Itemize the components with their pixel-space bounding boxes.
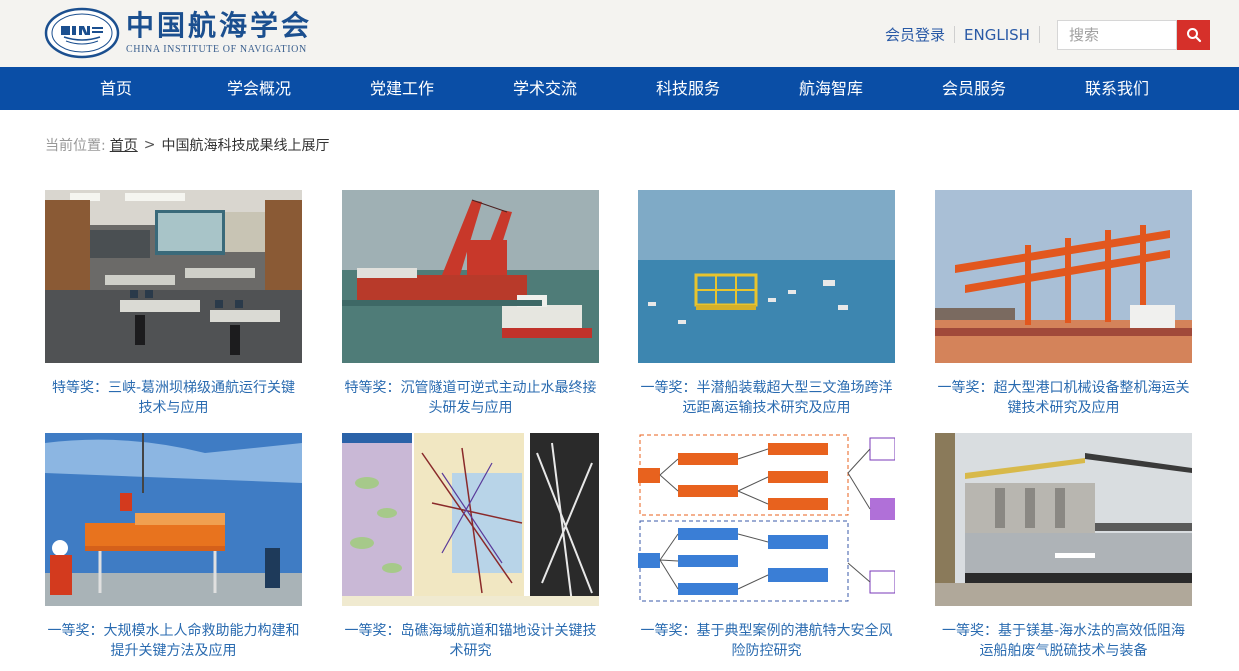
achievement-caption: 特等奖：三峡-葛洲坝梯级通航运行关键技术与应用 xyxy=(51,380,296,416)
achievement-caption: 一等奖：岛礁海域航道和锚地设计关键技术研究 xyxy=(344,623,597,659)
breadcrumb: 当前位置: 首页 > 中国航海科技成果线上展厅 xyxy=(45,135,329,155)
achievement-card[interactable]: 一等奖：基于镁基-海水法的高效低阻海运船舶废气脱硫技术与装备 xyxy=(935,433,1192,661)
breadcrumb-separator: > xyxy=(143,137,156,153)
nav-item-contact[interactable]: 联系我们 xyxy=(1085,67,1149,110)
search-input[interactable] xyxy=(1057,20,1177,50)
cin-emblem-icon xyxy=(44,7,120,59)
org-name-cn: 中国航海学会 xyxy=(126,9,313,42)
liferaft-rescue-photo xyxy=(45,433,302,606)
top-links: 会员登录 ENGLISH xyxy=(885,24,1049,45)
flowchart-diagram-image xyxy=(638,433,895,606)
nav-item-about[interactable]: 学会概况 xyxy=(227,67,291,110)
nav-item-member-service[interactable]: 会员服务 xyxy=(942,67,1006,110)
container-ship-photo xyxy=(935,433,1192,606)
site-logo[interactable]: 中国航海学会 CHINA INSTITUTE OF NAVIGATION xyxy=(44,6,312,60)
achievement-card[interactable]: 一等奖：大规模水上人命救助能力构建和提升关键方法及应用 xyxy=(45,433,302,661)
achievement-card[interactable]: 特等奖：沉管隧道可逆式主动止水最终接头研发与应用 xyxy=(342,190,599,418)
achievement-caption: 一等奖：基于镁基-海水法的高效低阻海运船舶废气脱硫技术与装备 xyxy=(941,623,1186,659)
nav-item-academic[interactable]: 学术交流 xyxy=(513,67,577,110)
port-cranes-photo xyxy=(935,190,1192,363)
nav-item-party[interactable]: 党建工作 xyxy=(370,67,434,110)
nav-item-home[interactable]: 首页 xyxy=(100,67,132,110)
divider xyxy=(1038,26,1040,43)
achievement-card[interactable]: 一等奖：基于典型案例的港航特大安全风险防控研究 xyxy=(638,433,895,661)
achievement-card[interactable]: 一等奖：半潜船装载超大型三文渔场跨洋远距离运输技术研究及应用 xyxy=(638,190,895,418)
search-button[interactable] xyxy=(1177,20,1210,50)
achievement-card[interactable]: 特等奖：三峡-葛洲坝梯级通航运行关键技术与应用 xyxy=(45,190,302,418)
nav-item-think-tank[interactable]: 航海智库 xyxy=(799,67,863,110)
org-name-en: CHINA INSTITUTE OF NAVIGATION xyxy=(126,44,307,55)
main-nav: 首页 学会概况 党建工作 学术交流 科技服务 航海智库 会员服务 联系我们 xyxy=(0,67,1239,110)
achievement-caption: 一等奖：半潜船装载超大型三文渔场跨洋远距离运输技术研究及应用 xyxy=(640,380,893,416)
breadcrumb-current: 中国航海科技成果线上展厅 xyxy=(161,138,330,154)
search-icon xyxy=(1186,28,1201,43)
achievement-card[interactable]: 一等奖：岛礁海域航道和锚地设计关键技术研究 xyxy=(342,433,599,661)
offshore-fish-farm-photo xyxy=(638,190,895,363)
divider xyxy=(954,26,956,43)
english-link[interactable]: ENGLISH xyxy=(964,26,1030,44)
member-login-link[interactable]: 会员登录 xyxy=(885,24,945,45)
channel-chart-image xyxy=(342,433,599,606)
achievement-card[interactable]: 一等奖：超大型港口机械设备整机海运关键技术研究及应用 xyxy=(935,190,1192,418)
site-header: 中国航海学会 CHINA INSTITUTE OF NAVIGATION 会员登… xyxy=(0,0,1239,67)
control-room-photo xyxy=(45,190,302,363)
breadcrumb-home-link[interactable]: 首页 xyxy=(110,135,138,155)
achievement-caption: 一等奖：超大型港口机械设备整机海运关键技术研究及应用 xyxy=(937,380,1190,416)
achievement-caption: 一等奖：大规模水上人命救助能力构建和提升关键方法及应用 xyxy=(47,623,300,659)
achievement-caption: 特等奖：沉管隧道可逆式主动止水最终接头研发与应用 xyxy=(344,380,597,416)
crane-vessel-photo xyxy=(342,190,599,363)
breadcrumb-label: 当前位置: xyxy=(45,138,106,154)
achievement-caption: 一等奖：基于典型案例的港航特大安全风险防控研究 xyxy=(640,623,893,659)
nav-item-tech-service[interactable]: 科技服务 xyxy=(656,67,720,110)
